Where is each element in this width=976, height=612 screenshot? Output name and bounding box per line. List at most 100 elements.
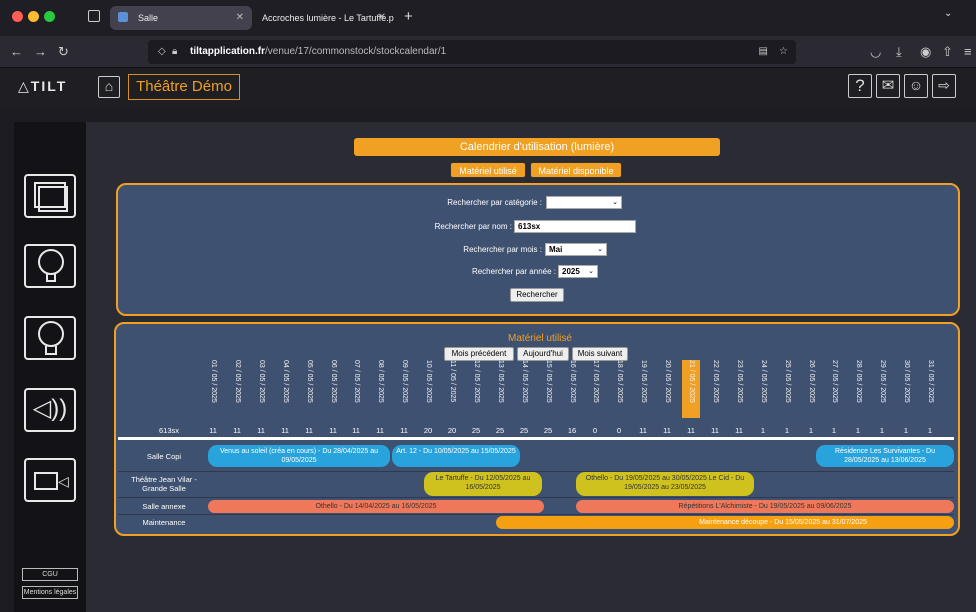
usage-count-cell: 20 bbox=[423, 426, 433, 435]
tilt-logo[interactable]: △TILT bbox=[18, 78, 67, 95]
pocket-icon[interactable]: ◡ bbox=[870, 36, 881, 68]
tab-salle[interactable]: Salle ✕ bbox=[110, 6, 252, 30]
url-path: /venue/17/commonstock/stockcalendar/1 bbox=[265, 46, 447, 57]
previous-month-button[interactable]: Mois précédent bbox=[444, 347, 514, 361]
date-column-header: 01 / 05 / 2025 bbox=[207, 360, 219, 418]
date-label: 09 / 05 / 2025 bbox=[401, 360, 408, 403]
date-label: 04 / 05 / 2025 bbox=[282, 360, 289, 403]
date-column-header: 19 / 05 / 2025 bbox=[637, 360, 649, 418]
usage-count-cell: 1 bbox=[760, 426, 766, 435]
date-column-header: 30 / 05 / 2025 bbox=[900, 360, 912, 418]
lighting-plan-icon[interactable] bbox=[24, 244, 76, 288]
search-button[interactable]: Rechercher bbox=[510, 288, 564, 302]
download-icon[interactable]: ⤓ bbox=[896, 36, 902, 68]
date-column-header: 21 / 05 / 2025 bbox=[682, 360, 700, 418]
usage-count-cell: 25 bbox=[471, 426, 481, 435]
usage-count-cell: 25 bbox=[543, 426, 553, 435]
calendar-title: Matériel utilisé bbox=[508, 333, 572, 344]
usage-count-cell: 11 bbox=[376, 426, 384, 435]
usage-count-cell: 1 bbox=[831, 426, 837, 435]
usage-count-cell: 1 bbox=[879, 426, 885, 435]
close-tab-icon[interactable]: ✕ bbox=[236, 6, 244, 30]
category-select[interactable]: ⌄ bbox=[546, 196, 622, 209]
video-camera-icon[interactable]: ◁ bbox=[24, 458, 76, 502]
date-label: 24 / 05 / 2025 bbox=[760, 360, 767, 403]
usage-count-cell: 11 bbox=[687, 426, 695, 435]
user-icon[interactable]: ☺ bbox=[904, 74, 928, 98]
tab-pdf[interactable]: Accroches lumière - Le Tartuffe.pdf ✕ bbox=[254, 6, 394, 30]
extension-icon[interactable]: ◉ bbox=[920, 36, 931, 68]
tab-available-material[interactable]: Matériel disponible bbox=[530, 162, 622, 178]
event-bar[interactable]: Répétitions L'Alchimiste - Du 19/05/2025… bbox=[576, 500, 954, 513]
reload-icon[interactable]: ↻ bbox=[58, 36, 69, 68]
usage-count-cell: 16 bbox=[567, 426, 577, 435]
separator-line bbox=[118, 437, 954, 440]
date-column-header: 13 / 05 / 2025 bbox=[494, 360, 506, 418]
home-icon[interactable]: ⌂ bbox=[98, 76, 120, 98]
event-bar[interactable]: Othello - Du 19/05/2025 au 30/05/2025 Le… bbox=[576, 472, 754, 496]
today-button[interactable]: Aujourd'hui bbox=[517, 347, 569, 361]
back-icon[interactable]: ← bbox=[10, 36, 23, 68]
item-name-cell: 613sx bbox=[158, 426, 179, 435]
sidebar-toggle-icon[interactable] bbox=[88, 10, 100, 22]
help-icon[interactable]: ? bbox=[848, 74, 872, 98]
usage-count-cell: 1 bbox=[855, 426, 861, 435]
usage-count-cell: 11 bbox=[639, 426, 647, 435]
date-label: 14 / 05 / 2025 bbox=[521, 360, 528, 403]
date-label: 19 / 05 / 2025 bbox=[640, 360, 647, 403]
usage-count-cell: 25 bbox=[495, 426, 505, 435]
date-label: 10 / 05 / 2025 bbox=[425, 360, 432, 403]
date-label: 26 / 05 / 2025 bbox=[808, 360, 815, 403]
date-label: 03 / 05 / 2025 bbox=[258, 360, 265, 403]
share-icon[interactable]: ⇧ bbox=[942, 36, 953, 68]
menu-icon[interactable]: ≡ bbox=[964, 36, 972, 68]
url-bar[interactable]: ◇ 🔒︎ tiltapplication.fr/venue/17/commons… bbox=[148, 40, 796, 64]
usage-count-cell: 11 bbox=[400, 426, 408, 435]
close-tab-icon[interactable]: ✕ bbox=[378, 6, 386, 30]
month-select[interactable]: Mai ⌄ bbox=[545, 243, 607, 256]
event-bar[interactable]: Résidence Les Survivantes - Du 28/05/202… bbox=[816, 445, 954, 467]
usage-count-cell: 11 bbox=[233, 426, 241, 435]
chevron-down-icon: ⌄ bbox=[612, 199, 618, 206]
legal-notice-button[interactable]: Mentions légales bbox=[22, 586, 78, 599]
date-label: 16 / 05 / 2025 bbox=[569, 360, 576, 403]
date-label: 02 / 05 / 2025 bbox=[234, 360, 241, 403]
date-label: 12 / 05 / 2025 bbox=[473, 360, 480, 403]
minimize-window-icon[interactable] bbox=[28, 11, 39, 22]
speaker-icon[interactable]: ◁)) bbox=[24, 388, 76, 432]
cgu-button[interactable]: CGU bbox=[22, 568, 78, 581]
date-column-header: 02 / 05 / 2025 bbox=[231, 360, 243, 418]
event-bar[interactable]: Othello - Du 14/04/2025 au 16/05/2025 bbox=[208, 500, 544, 513]
close-window-icon[interactable] bbox=[12, 11, 23, 22]
date-column-header: 12 / 05 / 2025 bbox=[470, 360, 482, 418]
event-bar[interactable]: Le Tartuffe - Du 12/05/2025 au 16/05/202… bbox=[424, 472, 542, 496]
stock-icon[interactable] bbox=[24, 174, 76, 218]
event-bar[interactable]: Venus au soleil (créa en cours) - Du 28/… bbox=[208, 445, 390, 467]
event-bar[interactable]: Maintenance découpe - Du 15/05/2025 au 3… bbox=[496, 516, 954, 529]
year-select[interactable]: 2025 ⌄ bbox=[558, 265, 598, 278]
new-tab-icon[interactable]: + bbox=[404, 8, 413, 25]
mail-icon[interactable]: ✉ bbox=[876, 74, 900, 98]
chevron-down-icon: ⌄ bbox=[588, 268, 594, 275]
event-bar[interactable]: Art. 12 - Du 10/05/2025 au 15/05/2025 bbox=[392, 445, 520, 467]
tab-used-material[interactable]: Matériel utilisé bbox=[450, 162, 526, 178]
venue-name-button[interactable]: Théâtre Démo bbox=[128, 74, 240, 100]
room-label: Théâtre Jean Vilar - Grande Salle bbox=[131, 475, 197, 493]
browser-nav-bar: ← → ↻ ◇ 🔒︎ tiltapplication.fr/venue/17/c… bbox=[0, 36, 976, 68]
list-tabs-icon[interactable]: ⌄ bbox=[944, 8, 952, 19]
bookmark-star-icon[interactable]: ☆ bbox=[779, 40, 788, 64]
next-month-button[interactable]: Mois suivant bbox=[572, 347, 628, 361]
name-search-input[interactable]: 613sx bbox=[514, 220, 636, 233]
date-column-header: 06 / 05 / 2025 bbox=[327, 360, 339, 418]
reader-view-icon[interactable]: ▤ bbox=[759, 40, 768, 64]
date-column-header: 17 / 05 / 2025 bbox=[589, 360, 601, 418]
lightbulb-icon[interactable] bbox=[24, 316, 76, 360]
date-label: 21 / 05 / 2025 bbox=[688, 360, 695, 403]
date-column-header: 22 / 05 / 2025 bbox=[709, 360, 721, 418]
forward-icon[interactable]: → bbox=[34, 36, 47, 68]
maximize-window-icon[interactable] bbox=[44, 11, 55, 22]
logout-icon[interactable]: ⇨ bbox=[932, 74, 956, 98]
tab-title: Salle bbox=[138, 13, 159, 23]
shield-icon: ◇ bbox=[158, 46, 166, 57]
date-column-header: 05 / 05 / 2025 bbox=[303, 360, 315, 418]
